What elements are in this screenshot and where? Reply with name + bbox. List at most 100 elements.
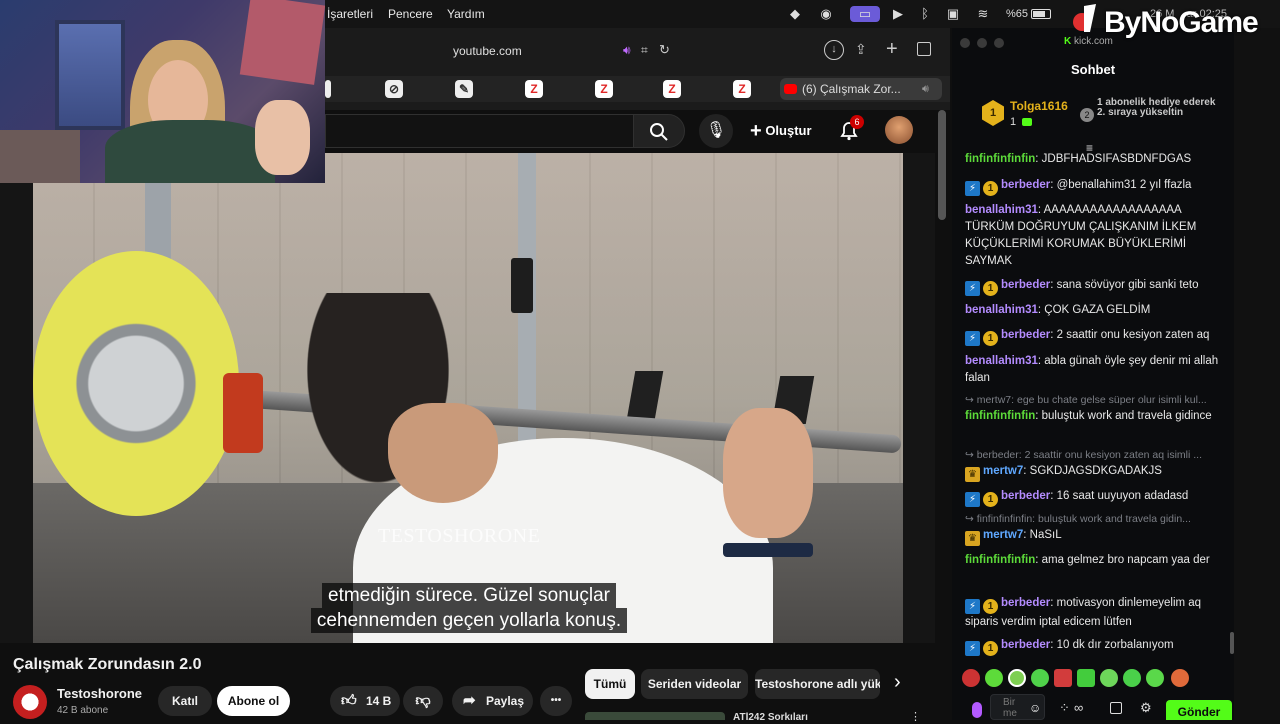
tab-favicon-z[interactable]: Z: [595, 80, 613, 98]
gift-rank-icon: 2: [1080, 108, 1094, 122]
chat-username[interactable]: finfinfinfinfin: [965, 153, 1035, 165]
channel-name[interactable]: Testoshorone: [57, 686, 142, 701]
notifications-button[interactable]: 6: [838, 115, 864, 142]
chat-reply-preview[interactable]: ↪ mertw7: ege bu chate gelse süper olur …: [965, 394, 1223, 406]
avatar[interactable]: [885, 116, 913, 144]
emote-icon[interactable]: [985, 669, 1003, 687]
emote-icon[interactable]: [1171, 669, 1189, 687]
chip-channel-uploads[interactable]: Testoshorone adlı yük: [755, 669, 880, 699]
chat-reply-preview[interactable]: ↪ finfinfinfinfin: buluştuk work and tra…: [965, 513, 1223, 525]
chat-username[interactable]: benallahim31: [965, 204, 1038, 216]
window-minimize-button[interactable]: [977, 38, 987, 48]
play-circle-icon[interactable]: ▶: [890, 6, 906, 22]
coin-badge-icon: 1: [983, 181, 998, 196]
bolt-badge-icon: ⚡︎: [965, 281, 980, 296]
calendar-icon[interactable]: [1110, 702, 1122, 714]
chat-username[interactable]: mertw7: [983, 465, 1023, 477]
chat-username[interactable]: berbeder: [1001, 179, 1050, 191]
chat-username[interactable]: berbeder: [1001, 279, 1050, 291]
voice-search-button[interactable]: 🎙︎: [699, 114, 733, 148]
reload-icon[interactable]: ↻: [659, 42, 670, 58]
chip-all[interactable]: Tümü: [585, 669, 635, 699]
tab-favicon-pen[interactable]: ✎: [455, 80, 473, 98]
settings-gear-icon[interactable]: ⚙: [1140, 700, 1152, 716]
subscribe-button[interactable]: Abone ol: [217, 686, 290, 716]
tab-favicon-z[interactable]: Z: [525, 80, 543, 98]
dislike-button[interactable]: 👎︎: [403, 686, 443, 716]
emote-icon[interactable]: [962, 669, 980, 687]
coin-badge-icon: 1: [983, 331, 998, 346]
top-gifter-name[interactable]: Tolga1616: [1010, 99, 1068, 113]
emote-icon[interactable]: [1031, 669, 1049, 687]
active-tab[interactable]: (6) Çalışmak Zor... 🔊︎: [780, 78, 942, 100]
emote-icon[interactable]: [1008, 669, 1026, 687]
chat-username[interactable]: berbeder: [1001, 639, 1050, 651]
menu-item-window[interactable]: Pencere: [388, 7, 433, 21]
search-input[interactable]: [325, 114, 633, 148]
chat-message: benallahim31: ÇOK GAZA GELDİM: [965, 304, 1151, 316]
chip-next-icon[interactable]: ›: [894, 671, 901, 694]
video-player[interactable]: TESTOSHORONE etmediğin sürece. Güzel son…: [0, 153, 935, 643]
page-scrollbar[interactable]: [938, 110, 946, 220]
chat-username[interactable]: benallahim31: [965, 355, 1038, 367]
next-video-title[interactable]: ATİ242 Sorkıları: [733, 712, 808, 720]
chat-username[interactable]: berbeder: [1001, 329, 1050, 341]
window-zoom-button[interactable]: [994, 38, 1004, 48]
chat-username[interactable]: finfinfinfinfin: [965, 554, 1035, 566]
video-info: Çalışmak Zorundasın 2.0 Testoshorone 42 …: [0, 643, 935, 723]
chip-series-videos[interactable]: Seriden videolar: [641, 669, 748, 699]
send-button[interactable]: Gönder: [1166, 700, 1232, 720]
dropbox-icon[interactable]: ◆: [787, 6, 803, 22]
chat-input[interactable]: Bir me ☺: [990, 694, 1045, 720]
screen-mirror-icon[interactable]: ▭: [850, 6, 880, 22]
search-button[interactable]: [633, 114, 685, 148]
display-icon[interactable]: ▣: [945, 6, 961, 22]
microphone-icon[interactable]: [972, 702, 982, 718]
tab-favicon[interactable]: [325, 80, 331, 98]
palette-icon[interactable]: ◉: [818, 6, 834, 22]
emote-icon[interactable]: [1146, 669, 1164, 687]
next-video-menu-icon[interactable]: ⋮: [910, 710, 921, 723]
tab-overview-icon[interactable]: [917, 42, 931, 56]
chat-username[interactable]: berbeder: [1001, 490, 1050, 502]
window-close-button[interactable]: [960, 38, 970, 48]
audio-icon[interactable]: 🔊︎: [623, 43, 631, 58]
url-text[interactable]: youtube.com: [453, 44, 522, 58]
next-video-thumbnail[interactable]: [585, 712, 725, 720]
chat-reply-preview[interactable]: ↪ berbeder: 2 saattir onu kesiyon zaten …: [965, 449, 1223, 461]
chat-username[interactable]: finfinfinfinfin: [965, 410, 1035, 422]
emote-icon[interactable]: [1077, 669, 1095, 687]
notification-badge: 6: [850, 115, 864, 129]
infinity-icon[interactable]: ∞: [1074, 700, 1083, 715]
tab-favicon-z[interactable]: Z: [663, 80, 681, 98]
menu-item-help[interactable]: Yardım: [447, 7, 485, 21]
tab-favicon-compass[interactable]: ⊘: [385, 80, 403, 98]
translate-icon[interactable]: ⌗: [641, 43, 648, 58]
download-icon[interactable]: ↓: [824, 40, 844, 60]
emote-icon[interactable]: [1100, 669, 1118, 687]
tab-favicon-z[interactable]: Z: [733, 80, 751, 98]
tab-audio-icon[interactable]: 🔊︎: [922, 78, 929, 100]
url-bar[interactable]: youtube.com 🔊︎ ⌗ ↻ ↓ ⇪ +: [325, 38, 950, 66]
emoji-icon[interactable]: ☺: [1029, 701, 1041, 715]
emote-icon[interactable]: [1054, 669, 1072, 687]
share-icon[interactable]: ⇪: [855, 41, 867, 58]
chat-username[interactable]: mertw7: [983, 529, 1023, 541]
top-gifter-count: 1: [1010, 116, 1017, 128]
new-tab-button[interactable]: +: [886, 38, 898, 61]
more-actions-button[interactable]: •••: [540, 686, 572, 716]
create-button[interactable]: + Oluştur: [750, 114, 820, 148]
menu-item-bookmarks[interactable]: İşaretleri: [327, 7, 373, 21]
quick-emotes-icon[interactable]: ⁘: [1059, 700, 1070, 716]
share-button[interactable]: ➦ Paylaş: [452, 686, 533, 716]
like-button[interactable]: 👍︎ 14 B: [330, 686, 400, 716]
chat-text: @benallahim31 2 yıl ffazla: [1056, 179, 1192, 191]
wifi-icon[interactable]: ≋: [975, 6, 991, 22]
join-button[interactable]: Katıl: [158, 686, 212, 716]
channel-avatar[interactable]: [13, 685, 47, 719]
battery-icon[interactable]: [1031, 9, 1051, 19]
emote-icon[interactable]: [1123, 669, 1141, 687]
chat-username[interactable]: berbeder: [1001, 597, 1050, 609]
chat-username[interactable]: benallahim31: [965, 304, 1038, 316]
bluetooth-icon[interactable]: ᛒ: [917, 6, 933, 22]
